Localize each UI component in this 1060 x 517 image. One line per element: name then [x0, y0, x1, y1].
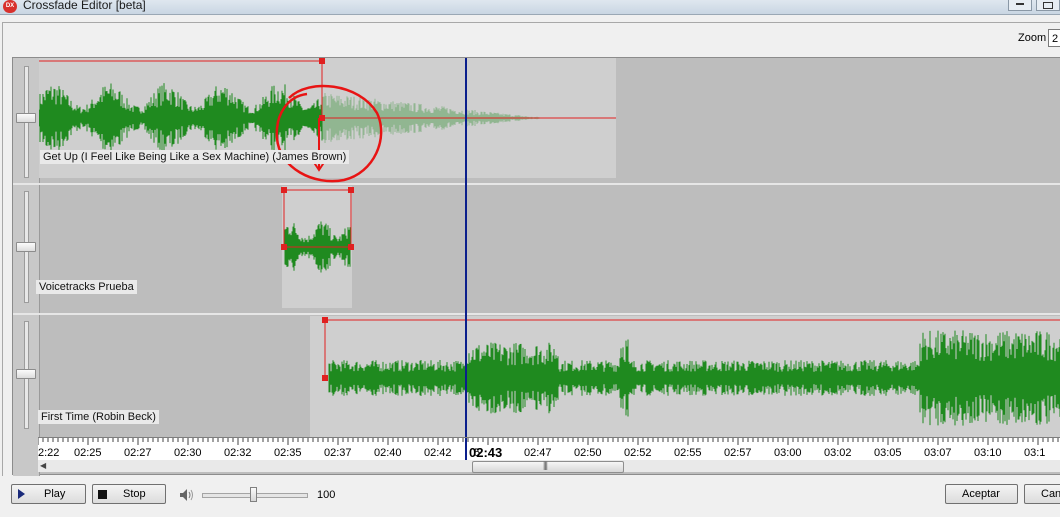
ruler-tick-label: 02:25: [74, 447, 102, 459]
zoom-select[interactable]: 2: [1048, 29, 1060, 47]
play-icon: [18, 489, 25, 499]
zoom-label: Zoom: [1018, 32, 1047, 44]
track-1-gain-thumb[interactable]: [16, 113, 36, 123]
fade-handle: [281, 187, 287, 193]
track-2-gain-thumb[interactable]: [16, 242, 36, 252]
ruler-tick-label: 03:02: [824, 447, 852, 459]
ruler-tick-label: 02:30: [174, 447, 202, 459]
ruler-tick-label: 03:05: [874, 447, 902, 459]
time-ruler[interactable]: 2:22 02:25 02:27 02:30 02:32 02:35 02:37 02:40 0…: [38, 437, 1060, 462]
track-3-label: First Time (Robin Beck): [38, 410, 159, 424]
fade-handle: [319, 58, 325, 64]
accept-button[interactable]: Aceptar: [945, 484, 1018, 504]
scrollbar-grip: |||: [543, 460, 548, 470]
playhead-time: 02:43: [469, 445, 502, 460]
ruler-tick-label: 02:55: [674, 447, 702, 459]
ruler-tick-label: 2:22: [38, 447, 59, 459]
speaker-icon[interactable]: [179, 488, 195, 502]
ruler-tick-label: 02:57: [724, 447, 752, 459]
ruler-tick-label: 03:00: [774, 447, 802, 459]
ruler-tick-label: 02:35: [274, 447, 302, 459]
track-2-label: Voicetracks Prueba: [36, 280, 137, 294]
window-title: Crossfade Editor [beta]: [23, 0, 146, 12]
app-icon: DX: [3, 0, 17, 13]
ruler-tick-label: 02:47: [524, 447, 552, 459]
track-3-gain-thumb[interactable]: [16, 369, 36, 379]
ruler-tick-label: 02:40: [374, 447, 402, 459]
title-bar: DX Crossfade Editor [beta]: [0, 0, 1060, 15]
chevron-left-icon[interactable]: ◀: [40, 461, 46, 470]
waveform-canvas[interactable]: [39, 58, 1060, 438]
ruler-tick-label: 03:1: [1024, 447, 1045, 459]
stop-button[interactable]: Stop: [92, 484, 166, 504]
volume-slider-thumb[interactable]: [250, 487, 257, 502]
scrollbar-thumb[interactable]: |||: [472, 460, 624, 473]
ruler-tick-label: 02:50: [574, 447, 602, 459]
fade-handle: [322, 317, 328, 323]
cancel-button[interactable]: Can: [1024, 484, 1060, 504]
fade-handle: [348, 244, 354, 250]
fade-handle: [348, 187, 354, 193]
ruler-tick-label: 03:10: [974, 447, 1002, 459]
stop-icon: [98, 490, 107, 499]
horizontal-scrollbar[interactable]: ◀ |||: [38, 460, 1060, 473]
maximize-icon[interactable]: [1036, 0, 1060, 11]
ruler-tick-label: 02:27: [124, 447, 152, 459]
fade-handle: [281, 244, 287, 250]
ruler-tick-label: 02:32: [224, 447, 252, 459]
volume-value: 100: [317, 489, 336, 501]
ruler-tick-label: 02:52: [624, 447, 652, 459]
fade-handle: [322, 375, 328, 381]
play-button[interactable]: Play: [11, 484, 86, 504]
ruler-tick-label: 03:07: [924, 447, 952, 459]
minimize-icon[interactable]: [1008, 0, 1032, 11]
ruler-tick-label: 02:37: [324, 447, 352, 459]
ruler-tick-label: 02:42: [424, 447, 452, 459]
track-1-label: Get Up (I Feel Like Being Like a Sex Mac…: [40, 150, 350, 164]
